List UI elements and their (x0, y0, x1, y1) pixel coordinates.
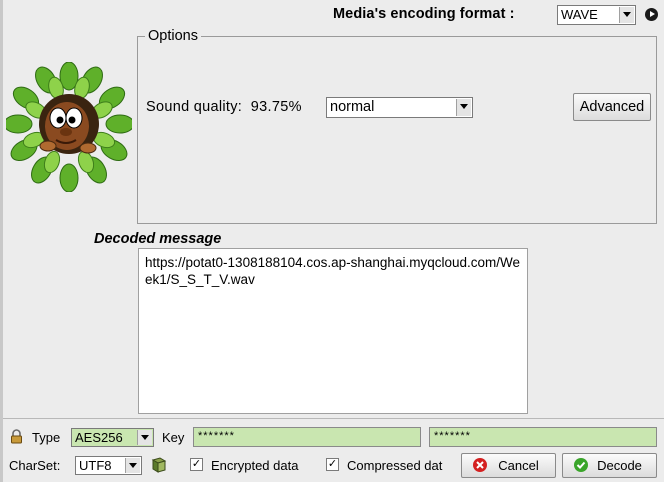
avatar (3, 61, 135, 193)
quality-value: normal (330, 99, 375, 115)
decode-label: Decode (597, 458, 642, 473)
key-confirm-input[interactable]: ******* (429, 427, 657, 447)
options-group (137, 36, 657, 224)
type-value: AES256 (75, 430, 123, 445)
decoded-message-textarea[interactable]: https://potat0-1308188104.cos.ap-shangha… (138, 248, 528, 414)
checkmark-icon (574, 458, 588, 472)
chevron-down-icon (125, 458, 140, 473)
cancel-icon (473, 458, 487, 472)
chevron-down-icon (456, 99, 471, 116)
encrypted-data-checkbox[interactable]: ✓ (190, 458, 203, 471)
charset-select[interactable]: UTF8 (75, 456, 142, 475)
decode-button[interactable]: Decode (562, 453, 657, 478)
encoding-format-value: WAVE (561, 7, 598, 22)
sound-quality-percent: 93.75% (250, 99, 302, 115)
cancel-button[interactable]: Cancel (461, 453, 556, 478)
charset-label: CharSet: (9, 458, 61, 473)
lock-icon (9, 429, 24, 444)
cancel-label: Cancel (498, 458, 539, 473)
encoding-format-select[interactable]: WAVE (557, 5, 636, 25)
type-label: Type (32, 430, 61, 445)
type-select[interactable]: AES256 (71, 428, 154, 447)
key-label: Key (162, 430, 185, 445)
encrypted-data-label: Encrypted data (211, 458, 299, 473)
window-left-border (0, 0, 3, 482)
compressed-data-label: Compressed dat (347, 458, 443, 473)
charset-value: UTF8 (79, 458, 112, 473)
advanced-button[interactable]: Advanced (573, 93, 651, 121)
play-icon[interactable] (645, 8, 658, 21)
key-input[interactable]: ******* (193, 427, 421, 447)
sound-quality-label: Sound quality: 93.75% (146, 99, 302, 115)
leafy-mascot-icon (3, 61, 135, 193)
quality-select[interactable]: normal (326, 97, 473, 118)
options-legend: Options (145, 28, 201, 44)
chevron-down-icon (619, 7, 634, 23)
charset-book-icon[interactable] (151, 457, 167, 473)
decoded-message-label: Decoded message (94, 231, 222, 247)
encoding-format-label: Media's encoding format : (333, 6, 515, 22)
compressed-data-checkbox[interactable]: ✓ (326, 458, 339, 471)
sound-quality-label-text: Sound quality: (146, 99, 243, 115)
chevron-down-icon (137, 430, 152, 445)
divider (3, 418, 664, 419)
